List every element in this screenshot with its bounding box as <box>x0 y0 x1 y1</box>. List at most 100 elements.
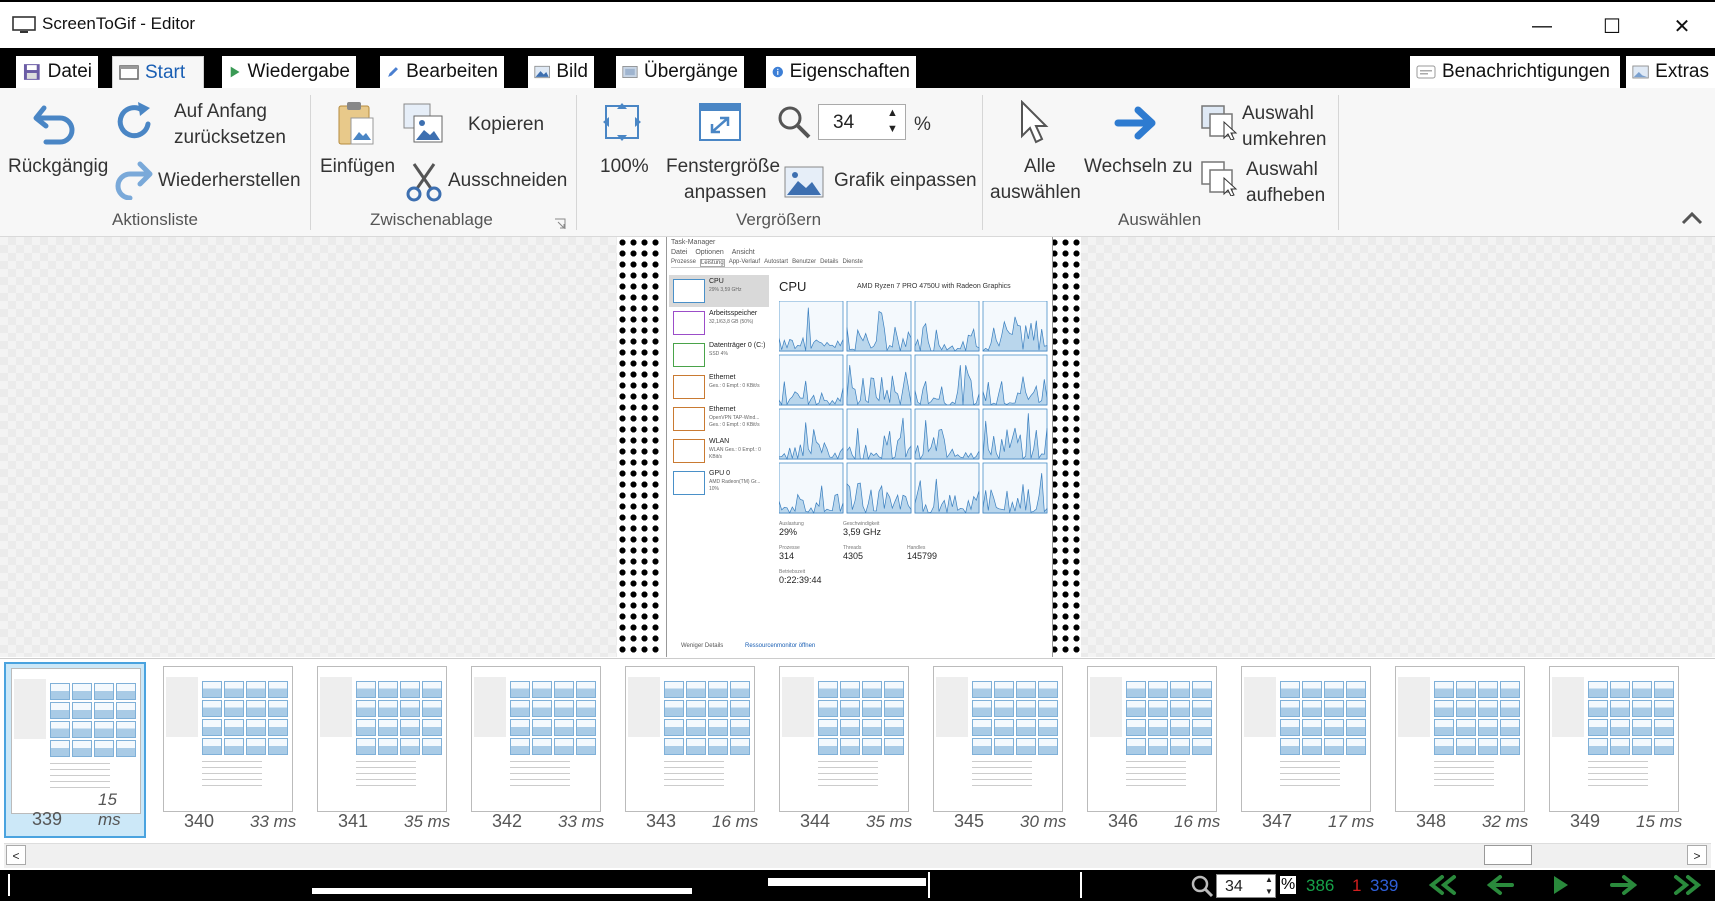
tab-label: Wiedergabe <box>247 61 350 82</box>
redo-arrow-icon <box>115 161 153 200</box>
frame-duration: 33 ms <box>250 812 297 831</box>
go-to-label: Wechseln zu <box>1084 156 1193 177</box>
frame-thumbnail-image <box>1087 666 1217 812</box>
last-frame-icon[interactable] <box>1670 874 1706 896</box>
frame-duration: 35 ms <box>404 812 451 831</box>
tab-datei[interactable]: Datei <box>16 56 98 88</box>
play-icon <box>230 66 240 78</box>
status-progress <box>768 878 926 886</box>
tab-label: Extras <box>1655 61 1709 82</box>
tab-benachrichtigungen[interactable]: Benachrichtigungen <box>1410 56 1620 88</box>
group-label-select: Auswählen <box>1118 210 1202 229</box>
previous-frame-icon[interactable] <box>1486 874 1514 896</box>
status-progress-light <box>312 888 692 894</box>
redo-label: Wiederherstellen <box>158 170 301 191</box>
frame-number: 349 <box>1570 811 1601 831</box>
zoom-input[interactable]: 34 ▲ ▼ <box>818 104 906 140</box>
tab-start[interactable]: Start <box>112 56 204 88</box>
play-frames-icon[interactable] <box>1548 874 1572 896</box>
chevron-down-icon[interactable]: ▼ <box>887 123 898 135</box>
frame-thumbnail[interactable]: 349 15 ms <box>1544 662 1686 838</box>
preview-side-sub: 29% 3,59 GHz <box>709 287 742 293</box>
tab-uebergaenge[interactable]: Übergänge <box>616 56 744 88</box>
tab-bearbeiten[interactable]: Bearbeiten <box>380 56 504 88</box>
ribbon-separator <box>982 95 983 230</box>
minimize-button[interactable]: — <box>1512 8 1572 44</box>
preview-side-sub: Ges.: 0 Empf.: 0 KBit/s <box>709 383 760 389</box>
reset-icon <box>117 102 151 139</box>
frame-thumbnail[interactable]: 341 35 ms <box>312 662 454 838</box>
preview-side-sub: WLAN Ges.: 0 Empf.: 0 KBit/s <box>709 447 761 460</box>
frame-thumbnail[interactable]: 342 33 ms <box>466 662 608 838</box>
frame-duration: 16 ms <box>1174 812 1221 831</box>
frame-thumbnail[interactable]: 343 16 ms <box>620 662 762 838</box>
preview-app-title: Task-Manager <box>671 239 716 246</box>
preview-tab: App-Verlauf <box>728 259 761 265</box>
collapse-ribbon-icon[interactable] <box>1680 210 1704 226</box>
preview-side-sub: SSD 4% <box>709 351 728 357</box>
chevron-down-icon[interactable]: ▼ <box>1265 887 1273 896</box>
frame-duration: 15 ms <box>98 790 121 829</box>
frame-thumbnail[interactable]: 340 33 ms <box>158 662 300 838</box>
horizontal-scrollbar[interactable]: < > <box>4 843 1711 868</box>
status-zoom-input[interactable]: 34 ▲ ▼ <box>1216 874 1276 898</box>
frame-thumbnail[interactable]: 348 32 ms <box>1390 662 1532 838</box>
group-label-clipboard: Zwischenablage <box>370 210 493 229</box>
reset-label-2: zurücksetzen <box>174 127 286 148</box>
mini-graph <box>673 279 705 303</box>
scroll-left-arrow-icon[interactable]: < <box>6 845 26 865</box>
tab-bild[interactable]: Bild <box>528 56 594 88</box>
scroll-right-arrow-icon[interactable]: > <box>1687 845 1707 865</box>
select-all-label-2: auswählen <box>990 182 1081 203</box>
tab-wiedergabe[interactable]: Wiedergabe <box>222 56 356 88</box>
scroll-thumb[interactable] <box>1484 845 1532 865</box>
tab-label: Benachrichtigungen <box>1442 61 1610 82</box>
deselect-label-2: aufheben <box>1246 185 1326 206</box>
frame-thumbnail[interactable]: 345 30 ms <box>928 662 1070 838</box>
preview-side-item: Datenträger 0 (C:) SSD 4% <box>669 339 769 371</box>
frame-thumbnail-image <box>1241 666 1371 812</box>
mini-graph <box>673 407 705 431</box>
next-frame-icon[interactable] <box>1610 874 1638 896</box>
tab-label: Eigenschaften <box>789 61 910 82</box>
frame-thumbnail[interactable]: 347 17 ms <box>1236 662 1378 838</box>
frame-thumbnail[interactable]: 346 16 ms <box>1082 662 1224 838</box>
preview-tab: Leistung <box>700 259 725 267</box>
dialog-launcher-icon[interactable] <box>554 218 566 230</box>
preview-side-name: Ethernet <box>709 406 736 413</box>
notification-icon <box>1416 65 1436 79</box>
first-frame-icon[interactable] <box>1424 874 1460 896</box>
tab-label: Start <box>145 61 186 83</box>
fit-image-label: Grafik einpassen <box>834 170 977 191</box>
preview-menu-item: Optionen <box>695 249 724 256</box>
fit-window-label-1: Fenstergröße <box>666 156 781 177</box>
preview-stat-value: 0:22:39:44 <box>779 575 822 585</box>
pencil-icon <box>388 67 398 77</box>
frame-duration: 30 ms <box>1020 812 1067 831</box>
maximize-button[interactable]: ☐ <box>1582 8 1642 44</box>
preview-footer-monitor: Ressourcenmonitor öffnen <box>745 643 816 649</box>
status-bar: 34 ▲ ▼ % 386 1 339 <box>0 870 1715 901</box>
preview-side-item: WLAN WLAN Ges.: 0 Empf.: 0 KBit/s <box>669 435 769 467</box>
tab-eigenschaften[interactable]: Eigenschaften <box>766 56 916 88</box>
tab-extras[interactable]: Extras <box>1626 56 1715 88</box>
chevron-up-icon[interactable]: ▲ <box>887 107 898 119</box>
frame-thumbnail-image <box>1549 666 1679 812</box>
preview-stat-value: 3,59 GHz <box>843 527 882 537</box>
preview-tab: Autostart <box>764 259 789 265</box>
invert-label-1: Auswahl <box>1242 103 1314 124</box>
frame-duration: 17 ms <box>1328 812 1375 831</box>
frame-thumbnail[interactable]: 344 35 ms <box>774 662 916 838</box>
frame-number: 345 <box>954 811 985 831</box>
mini-graph <box>673 439 705 463</box>
frame-thumbnail[interactable]: 339 15 ms <box>4 662 146 838</box>
preview-stat-value: 314 <box>779 551 795 561</box>
chevron-up-icon[interactable]: ▲ <box>1265 875 1273 884</box>
close-button[interactable]: ✕ <box>1652 8 1712 44</box>
frame-number: 341 <box>338 811 369 831</box>
frame-number: 342 <box>492 811 523 831</box>
zoom-unit: % <box>914 114 931 135</box>
tab-label: Datei <box>47 61 92 82</box>
tab-label: Bild <box>556 61 588 82</box>
frame-preview[interactable]: Task-Manager Datei Optionen Ansicht Proz… <box>666 237 1053 657</box>
